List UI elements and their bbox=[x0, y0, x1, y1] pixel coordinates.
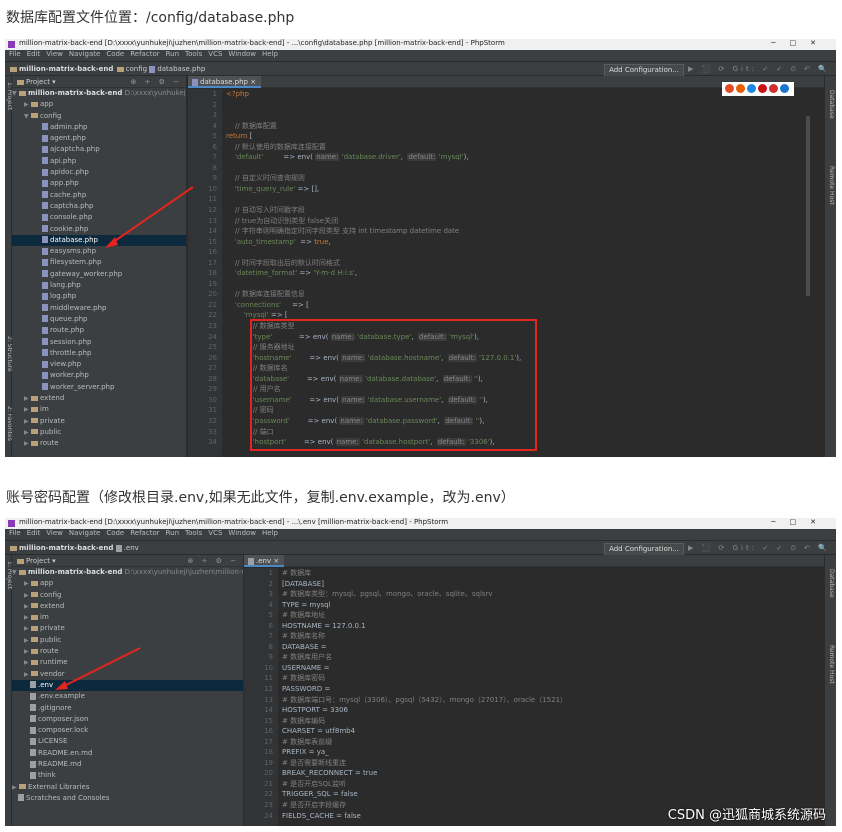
ide-window-env: million-matrix-back-end [D:\xxxx\yunhuke… bbox=[5, 518, 836, 826]
csdn-watermark: CSDN @迅狐商城系统源码 bbox=[667, 808, 826, 823]
arrow-head bbox=[55, 681, 68, 690]
caption-database-location: 数据库配置文件位置：/config/database.php bbox=[6, 10, 295, 26]
arrow-line bbox=[59, 647, 141, 689]
ide-window-database: million-matrix-back-end [D:\xxxx\yunhuke… bbox=[5, 39, 836, 457]
caption-env-config: 账号密码配置（修改根目录.env,如果无此文件，复制.env.example，改… bbox=[6, 490, 515, 506]
arrow-head bbox=[105, 237, 118, 248]
arrow-line bbox=[108, 186, 194, 246]
red-arrow-annotation bbox=[55, 647, 141, 690]
red-arrow-annotation bbox=[105, 186, 194, 248]
